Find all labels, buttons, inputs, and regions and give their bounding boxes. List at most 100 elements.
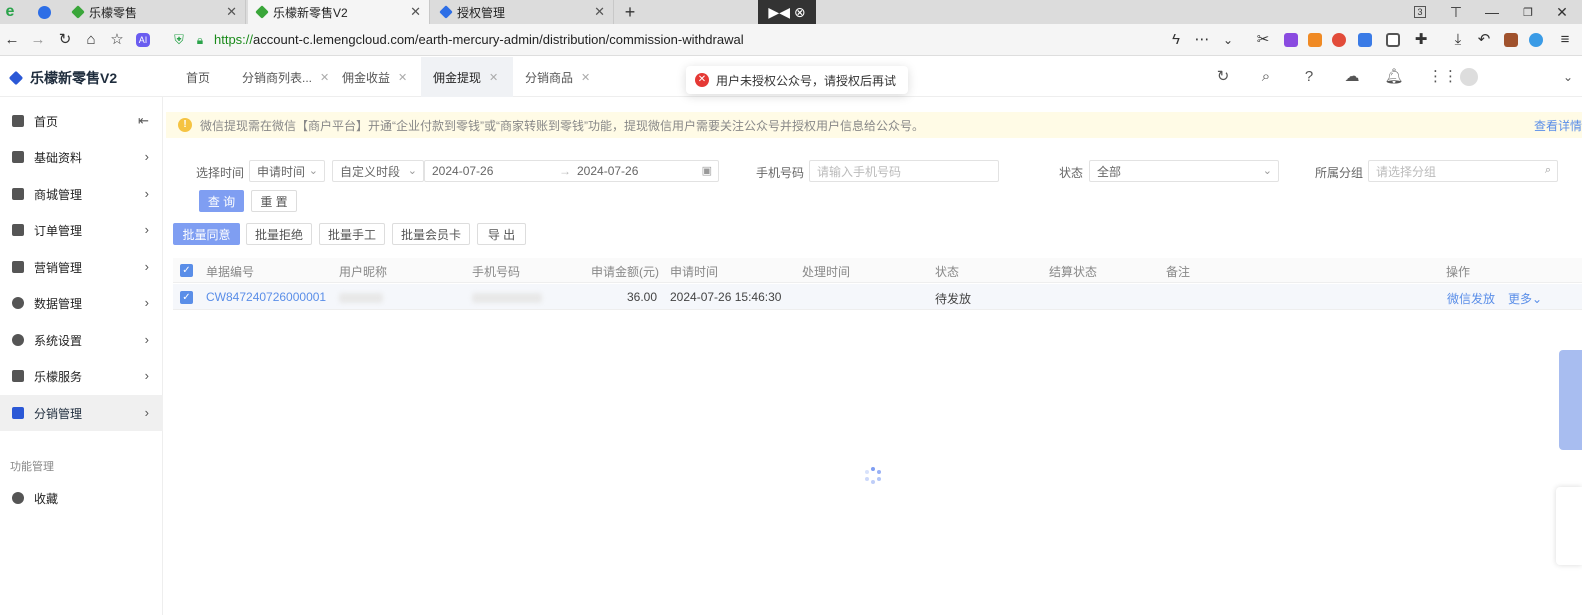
date-range-picker[interactable]: 2024-07-26 → 2024-07-26 ▣ [424, 160, 719, 182]
sidebar-item-distribution[interactable]: 分销管理 › [0, 395, 163, 431]
sidebar-item-marketing[interactable]: 营销管理 › [0, 249, 163, 285]
sidebar-item-orders[interactable]: 订单管理 › [0, 212, 163, 248]
shield-icon[interactable]: ⛨ [170, 31, 188, 49]
search-icon: ⌕ [1544, 164, 1551, 176]
close-icon[interactable]: ✕ [489, 71, 498, 84]
restore-button[interactable]: ❐ [1518, 0, 1538, 24]
close-icon[interactable]: ✕ [594, 4, 605, 20]
browser-tab-3[interactable]: 授权管理 ✕ [432, 0, 614, 24]
undo-icon[interactable]: ↶ [1475, 31, 1493, 49]
menu-icon[interactable]: ≡ [1556, 31, 1574, 49]
sidebar-item-basic-data[interactable]: 基础资料 › [0, 139, 163, 175]
weibo-icon[interactable] [1332, 33, 1346, 47]
close-icon[interactable]: ✕ [226, 4, 237, 20]
group-select[interactable]: 请选择分组 ⌕ [1368, 160, 1558, 182]
reload-icon[interactable]: ↻ [56, 31, 74, 49]
wechat-payout-link[interactable]: 微信发放 [1447, 290, 1495, 307]
period-select[interactable]: 自定义时段 ⌄ [332, 160, 424, 182]
close-window-button[interactable]: ✕ [1552, 0, 1572, 24]
table-row[interactable]: ✓ CW847240726000001 36.00 2024-07-26 15:… [173, 284, 1582, 310]
lock-icon[interactable]: 🔒︎ [191, 31, 209, 49]
shirt-icon[interactable]: ⊤ [1446, 0, 1466, 24]
url-field[interactable]: https://account-c.lemengcloud.com/earth-… [214, 32, 744, 47]
puzzle-icon[interactable]: ✚ [1412, 31, 1430, 49]
scissors-icon[interactable]: ✂ [1254, 31, 1272, 49]
browser-tab-1[interactable]: 乐檬零售 ✕ [64, 0, 246, 24]
batch-reject-button[interactable]: 批量拒绝 [246, 223, 312, 245]
briefcase-icon[interactable] [1504, 33, 1518, 47]
sidebar-item-favorites[interactable]: 收藏 [0, 480, 163, 516]
sidebar-item-data[interactable]: 数据管理 › [0, 285, 163, 321]
extension-icon[interactable] [1308, 33, 1322, 47]
floating-side-panel[interactable] [1559, 350, 1582, 450]
pie-icon [12, 297, 24, 309]
extension-icon[interactable] [1284, 33, 1298, 47]
bell-icon[interactable]: 🔔︎ [1384, 67, 1404, 87]
date-end: 2024-07-26 [577, 164, 639, 178]
sidebar-item-service[interactable]: 乐檬服务 › [0, 358, 163, 394]
screen-share-bar[interactable]: ▶◀ ⊗ [758, 0, 816, 24]
minimize-button[interactable]: — [1482, 0, 1502, 24]
browser-tab-1-label: 乐檬零售 [89, 5, 138, 20]
browser-tab-2[interactable]: 乐檬新零售V2 ✕ [248, 0, 430, 24]
status-select[interactable]: 全部 ⌄ [1089, 160, 1279, 182]
row-checkbox[interactable]: ✓ [180, 291, 193, 304]
chevron-down-icon[interactable]: ⌄ [1219, 31, 1237, 49]
export-button[interactable]: 导 出 [477, 223, 526, 245]
phone-input[interactable]: 请输入手机号码 [809, 160, 999, 182]
tab-count-badge[interactable]: 3 [1412, 0, 1428, 24]
close-icon[interactable]: ✕ [398, 71, 407, 84]
help-icon[interactable]: ? [1299, 67, 1319, 87]
sidebar-item-mall[interactable]: 商城管理 › [0, 176, 163, 212]
page-tab-commission-withdrawal[interactable]: 佣金提现 ✕ [421, 57, 513, 97]
floating-help-panel[interactable] [1556, 487, 1582, 565]
notice-more-link[interactable]: 查看详情 [1534, 117, 1582, 134]
page-tab-distributors[interactable]: 分销商列表... ✕ [230, 57, 341, 97]
record-id-link[interactable]: CW847240726000001 [206, 290, 326, 304]
close-icon[interactable]: ✕ [581, 71, 590, 84]
batch-manual-button[interactable]: 批量手工 [319, 223, 385, 245]
column-header: 用户昵称 [339, 265, 388, 279]
batch-approve-button[interactable]: 批量同意 [173, 223, 240, 245]
time-type-select[interactable]: 申请时间 ⌄ [249, 160, 325, 182]
lightning-icon[interactable]: ϟ [1167, 31, 1185, 49]
chevron-down-icon[interactable]: ⌄ [1558, 67, 1578, 87]
more-dropdown[interactable]: 更多⌄ [1508, 290, 1542, 307]
avatar[interactable] [1460, 68, 1478, 86]
refresh-icon[interactable]: ↻ [1213, 67, 1233, 87]
page-tab-home[interactable]: 首页 [174, 57, 222, 97]
sidebar-item-home[interactable]: 首页 ⇤ [0, 103, 163, 139]
browser-account-icon[interactable] [1529, 33, 1543, 47]
more-dots-icon[interactable]: ⋯ [1193, 31, 1211, 49]
star-icon[interactable]: ☆ [108, 31, 126, 49]
amount-cell: 36.00 [627, 290, 658, 304]
column-header: 单据编号 [206, 265, 255, 279]
ai-icon[interactable]: AI [136, 33, 150, 47]
new-tab-button[interactable]: + [618, 0, 642, 24]
cloud-download-icon[interactable]: ☁ [1342, 67, 1362, 87]
home-icon[interactable]: ⌂ [82, 31, 100, 49]
collapse-sidebar-icon[interactable]: ⇤ [138, 113, 149, 129]
page-tab-commission-income[interactable]: 佣金收益 ✕ [330, 57, 419, 97]
page-tab-distribution-products[interactable]: 分销商品 ✕ [513, 57, 602, 97]
batch-member-card-button[interactable]: 批量会员卡 [392, 223, 470, 245]
reset-button[interactable]: 重 置 [251, 190, 297, 212]
mail-icon[interactable] [1358, 33, 1372, 47]
shop-icon [12, 188, 24, 200]
warning-icon: ! [178, 118, 192, 132]
extension-icon[interactable] [1386, 33, 1400, 47]
back-icon[interactable]: ← [3, 31, 21, 49]
forward-icon[interactable]: → [29, 31, 47, 49]
app-logo[interactable]: 乐檬新零售V2 [8, 68, 117, 88]
sidebar-item-settings[interactable]: 系统设置 › [0, 322, 163, 358]
pinned-tab-icon[interactable] [32, 0, 56, 24]
download-icon[interactable]: ⤓ [1449, 31, 1467, 49]
select-all-checkbox[interactable]: ✓ [180, 264, 193, 277]
close-icon[interactable]: ✕ [320, 71, 329, 84]
query-button[interactable]: 查 询 [199, 190, 244, 212]
search-icon[interactable]: ⌕ [1256, 67, 1276, 87]
settings-icon [12, 334, 24, 346]
apps-grid-icon[interactable]: ⋮⋮ [1428, 67, 1458, 87]
close-icon[interactable]: ✕ [410, 4, 421, 20]
chevron-right-icon: › [144, 259, 149, 274]
